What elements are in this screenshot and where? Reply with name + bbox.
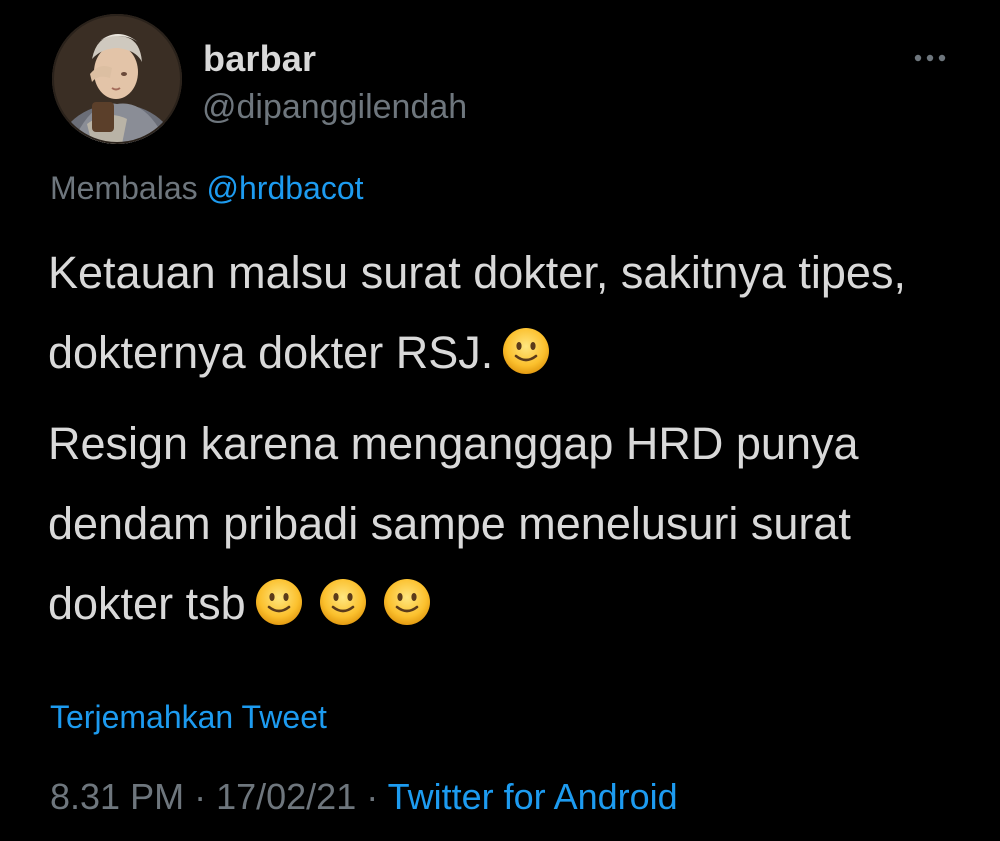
tweet-paragraph-2-text: Resign karena menganggap HRD punya denda… bbox=[48, 418, 859, 629]
translate-tweet-link[interactable]: Terjemahkan Tweet bbox=[50, 699, 327, 736]
tweet-detail: barbar @dipanggilendah Membalas @hrdbaco… bbox=[0, 0, 1000, 841]
tweet-paragraph-1: Ketauan malsu surat dokter, sakitnya tip… bbox=[48, 233, 948, 393]
slightly-smiling-face-icon bbox=[382, 577, 432, 627]
slightly-smiling-face-icon bbox=[254, 577, 304, 627]
avatar-portrait-image bbox=[52, 14, 182, 144]
tweet-source-link[interactable]: Twitter for Android bbox=[388, 776, 678, 817]
tweet-paragraph-2: Resign karena menganggap HRD punya denda… bbox=[48, 404, 948, 644]
tweet-date[interactable]: 17/02/21 bbox=[216, 776, 356, 817]
slightly-smiling-face-icon bbox=[501, 326, 551, 376]
meta-separator: · bbox=[184, 776, 217, 817]
avatar[interactable] bbox=[52, 14, 182, 144]
more-horizontal-icon bbox=[914, 54, 946, 62]
tweet-paragraph-1-text: Ketauan malsu surat dokter, sakitnya tip… bbox=[48, 247, 906, 378]
reply-prefix: Membalas bbox=[50, 170, 198, 206]
reply-mention-link[interactable]: @hrdbacot bbox=[207, 170, 364, 206]
more-options-button[interactable] bbox=[900, 40, 960, 76]
meta-separator: · bbox=[356, 776, 388, 817]
user-handle[interactable]: @dipanggilendah bbox=[202, 88, 467, 127]
tweet-text: Ketauan malsu surat dokter, sakitnya tip… bbox=[48, 233, 948, 655]
tweet-metadata: 8.31 PM · 17/02/21 · Twitter for Android bbox=[50, 776, 678, 818]
tweet-time[interactable]: 8.31 PM bbox=[50, 776, 184, 817]
reply-context: Membalas @hrdbacot bbox=[50, 170, 364, 207]
display-name[interactable]: barbar bbox=[203, 38, 316, 80]
slightly-smiling-face-icon bbox=[318, 577, 368, 627]
